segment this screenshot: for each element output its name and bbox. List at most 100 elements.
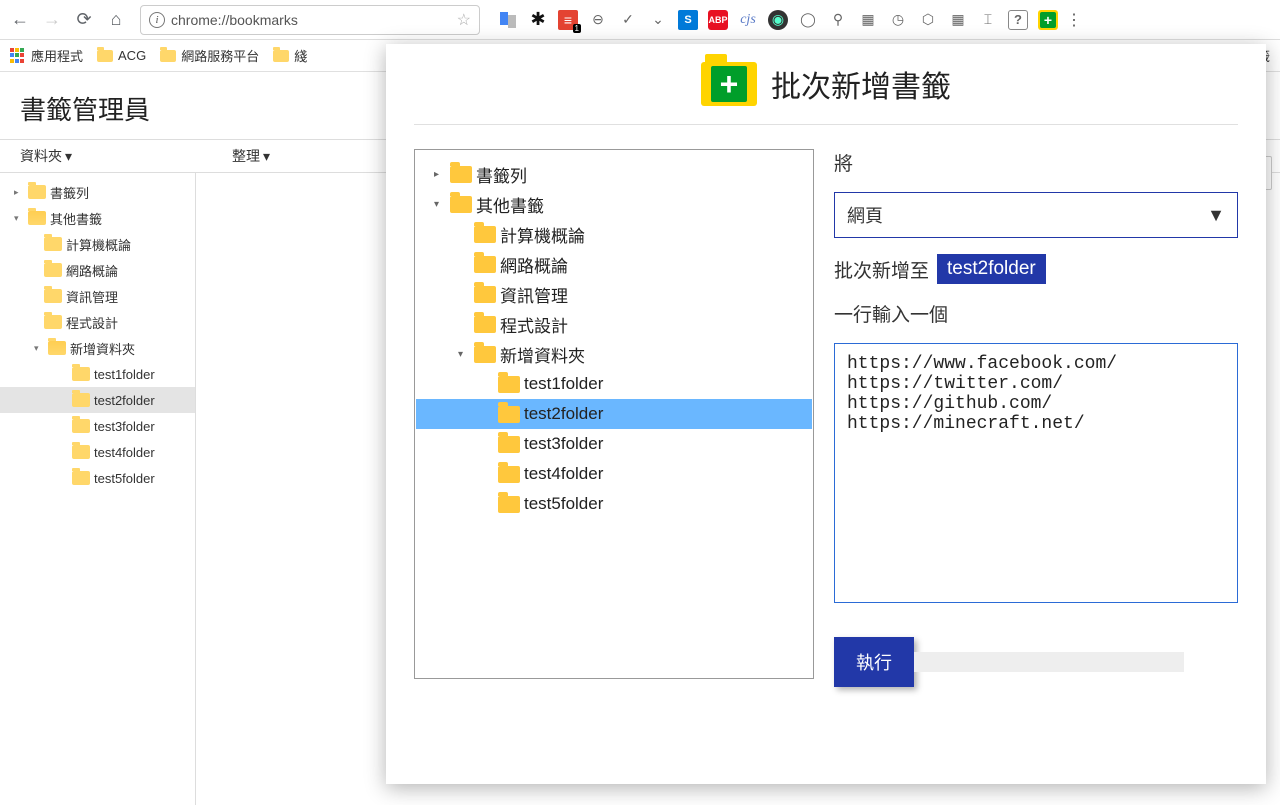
translate-ext-icon[interactable] [498,10,518,30]
folder-icon [44,263,62,277]
folder-icon [44,289,62,303]
edit-ext-icon[interactable]: ⌶ [978,10,998,30]
zoom-ext-icon[interactable]: ⚲ [828,10,848,30]
robot-ext-icon[interactable]: ◉ [768,10,788,30]
folder-icon [44,237,62,251]
execute-button[interactable]: 執行 [834,637,914,687]
tree-item[interactable]: 資訊管理 [0,283,195,309]
folder-icon [498,466,520,483]
back-button[interactable]: ← [6,6,34,34]
forward-button[interactable]: → [38,6,66,34]
collapse-icon[interactable]: ▾ [434,199,446,210]
dropdown-icon: ▼ [1207,205,1225,226]
picker-item[interactable]: ▾其他書籤 [416,189,812,219]
todoist-ext-icon[interactable]: ≡1 [558,10,578,30]
folder-icon [474,256,496,273]
browser-menu-icon[interactable]: ⋮ [1062,10,1086,30]
folder-icon [498,436,520,453]
collapse-icon[interactable]: ▾ [14,213,24,224]
target-row: 批次新增至 test2folder [834,254,1238,284]
popup-app-icon: + [701,62,757,106]
picker-item[interactable]: 計算機概論 [416,219,812,249]
picker-item[interactable]: test4folder [416,459,812,489]
folder-icon [72,419,90,433]
grid-ext-icon[interactable]: ▦ [948,10,968,30]
progress-bar [914,652,1184,672]
page-info-icon[interactable]: i [149,12,165,28]
tree-item[interactable]: ▾其他書籤 [0,205,195,231]
batch-bookmark-ext-icon[interactable]: + [1038,10,1058,30]
picker-item[interactable]: 網路概論 [416,249,812,279]
tree-item[interactable]: 網路概論 [0,257,195,283]
extension-icons: ✱ ≡1 ⊖ ✓ ⌄ S ABP cjs ◉ ◯ ⚲ ▦ ◷ ⬡ ▦ ⌶ ? + [498,10,1058,30]
check-ext-icon[interactable]: ✓ [618,10,638,30]
home-button[interactable]: ⌂ [102,6,130,34]
organize-menu[interactable]: 整理▾ [232,146,270,166]
folder-picker-tree[interactable]: ▸書籤列 ▾其他書籤 計算機概論 網路概論 資訊管理 程式設計 ▾新增資料夾 t… [416,151,812,677]
tree-item[interactable]: 程式設計 [0,309,195,335]
reload-button[interactable]: ⟳ [70,6,98,34]
folder-icon [474,346,496,363]
evernote-ext-icon[interactable]: ✱ [528,10,548,30]
folder-icon [72,393,90,407]
folder-tree: ▸書籤列 ▾其他書籤 計算機概論 網路概論 資訊管理 程式設計 ▾新增資料夾 t… [0,173,196,805]
tree-item[interactable]: test4folder [0,439,195,465]
converter-ext-icon[interactable]: ⊖ [588,10,608,30]
bookmark-folder-acg[interactable]: ACG [97,48,146,63]
batch-bookmark-popup: + 批次新增書籤 ▸書籤列 ▾其他書籤 計算機概論 網路概論 資訊管理 程式設計… [386,44,1266,784]
picker-item[interactable]: 程式設計 [416,309,812,339]
type-select[interactable]: 網頁 ▼ [834,192,1238,238]
timer-ext-icon[interactable]: ◷ [888,10,908,30]
target-label: 批次新增至 [834,256,929,283]
folder-icon [28,185,46,199]
popup-body: ▸書籤列 ▾其他書籤 計算機概論 網路概論 資訊管理 程式設計 ▾新增資料夾 t… [414,125,1238,687]
folder-icon [474,286,496,303]
apps-shortcut[interactable]: 應用程式 [10,46,83,65]
address-bar[interactable]: i chrome://bookmarks ☆ [140,5,480,35]
picker-item[interactable]: test3folder [416,429,812,459]
expand-icon[interactable]: ▸ [434,169,446,180]
bookmark-star-icon[interactable]: ☆ [457,10,471,30]
folder-icon [44,315,62,329]
collapse-icon[interactable]: ▾ [34,343,44,354]
box-ext-icon[interactable]: ⬡ [918,10,938,30]
picker-item-selected[interactable]: test2folder [416,399,812,429]
pocket-ext-icon[interactable]: ⌄ [648,10,668,30]
urls-label: 一行輸入一個 [834,300,1238,327]
url-text: chrome://bookmarks [171,12,451,28]
tree-item[interactable]: test5folder [0,465,195,491]
picker-item[interactable]: test5folder [416,489,812,519]
picker-item[interactable]: test1folder [416,369,812,399]
tree-item[interactable]: test1folder [0,361,195,387]
popup-title: 批次新增書籤 [771,62,951,106]
globe-ext-icon[interactable]: ◯ [798,10,818,30]
picker-item[interactable]: ▾新增資料夾 [416,339,812,369]
tree-item[interactable]: ▸書籤列 [0,179,195,205]
cjs-ext-icon[interactable]: cjs [738,10,758,30]
collapse-icon[interactable]: ▾ [458,349,470,360]
folder-icon [450,166,472,183]
folder-icon [72,445,90,459]
folders-menu[interactable]: 資料夾▾ [20,146,72,166]
apps-icon [10,48,26,64]
urls-textarea[interactable] [834,343,1238,603]
bookmark-folder-web[interactable]: 網路服務平台 [160,46,259,65]
expand-icon[interactable]: ▸ [14,187,24,198]
folder-icon [498,406,520,423]
dropdown-icon: ▾ [65,148,72,165]
picker-item[interactable]: ▸書籤列 [416,159,812,189]
bookmark-folder-more[interactable]: 綫 [273,46,307,65]
folder-icon [97,50,113,62]
tree-item[interactable]: 計算機概論 [0,231,195,257]
tree-item-selected[interactable]: test2folder [0,387,195,413]
tree-item[interactable]: ▾新增資料夾 [0,335,195,361]
help-ext-icon[interactable]: ? [1008,10,1028,30]
execute-row: 執行 [834,637,1238,687]
speed-ext-icon[interactable]: S [678,10,698,30]
folder-icon [474,316,496,333]
tree-item[interactable]: test3folder [0,413,195,439]
apps-label: 應用程式 [31,46,83,65]
picker-item[interactable]: 資訊管理 [416,279,812,309]
adblock-ext-icon[interactable]: ABP [708,10,728,30]
picker-ext-icon[interactable]: ▦ [858,10,878,30]
